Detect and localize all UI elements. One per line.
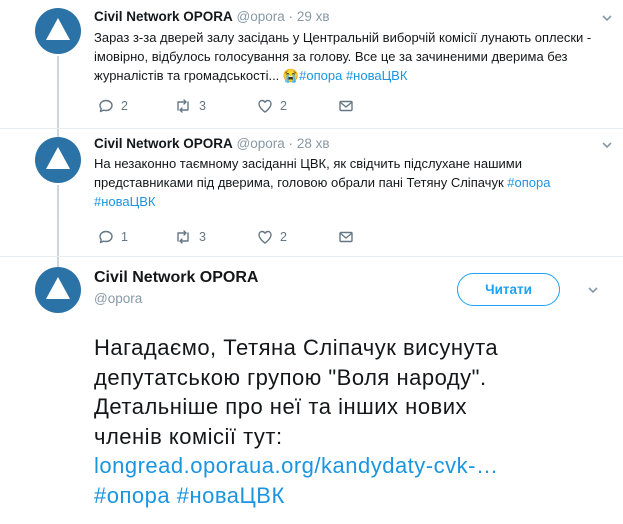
reply-button[interactable]: 1: [98, 229, 128, 245]
tweet-text-content: Зараз з-за дверей залу засідань у Центра…: [94, 30, 592, 83]
follow-button[interactable]: Читати: [457, 273, 560, 306]
envelope-icon: [339, 231, 353, 243]
author-name[interactable]: Civil Network OPORA: [94, 269, 258, 287]
chevron-down-icon[interactable]: [601, 139, 613, 151]
hashtag-novacvk[interactable]: #новаЦВК: [177, 483, 285, 508]
timestamp[interactable]: 29 хв: [297, 9, 330, 24]
tweet-text-line: Нагадаємо, Тетяна Сліпачук висунута: [94, 335, 499, 360]
avatar[interactable]: [35, 8, 81, 54]
tweet-text: Нагадаємо, Тетяна Сліпачук висунута депу…: [94, 333, 614, 510]
chevron-down-icon[interactable]: [601, 12, 613, 24]
avatar[interactable]: [35, 267, 81, 313]
reply-count: 1: [121, 230, 128, 244]
reply-button[interactable]: 2: [98, 98, 128, 114]
hashtag-novacvk[interactable]: #новаЦВК: [346, 68, 408, 83]
message-button[interactable]: [338, 98, 354, 114]
tweet-text: Зараз з-за дверей залу засідань у Центра…: [94, 28, 604, 85]
hashtag-opora[interactable]: #опора: [299, 68, 342, 83]
tweet-text: На незаконно таємному засіданні ЦВК, як …: [94, 154, 604, 211]
hashtag-novacvk[interactable]: #новаЦВК: [94, 194, 156, 209]
thread-line: [57, 257, 59, 267]
separator: ·: [288, 9, 294, 24]
main-tweet: Civil Network OPORA @opora Читати Нагада…: [0, 256, 623, 524]
reply-count: 2: [121, 99, 128, 113]
opora-logo-icon: [46, 18, 70, 40]
thread-line: [57, 129, 59, 137]
emoji: 😭: [282, 68, 300, 83]
like-count: 2: [280, 99, 287, 113]
separator: ·: [288, 136, 294, 151]
tweet-2[interactable]: Civil Network OPORA @opora · 28 хв На не…: [0, 128, 623, 257]
author-handle[interactable]: @opora: [94, 291, 142, 306]
timestamp[interactable]: 28 хв: [297, 136, 330, 151]
envelope-icon: [339, 100, 353, 112]
author-name[interactable]: Civil Network OPORA: [94, 9, 233, 24]
like-button[interactable]: 2: [257, 229, 287, 245]
opora-logo-icon: [46, 277, 70, 299]
author-name[interactable]: Civil Network OPORA: [94, 136, 233, 151]
like-count: 2: [280, 230, 287, 244]
reply-icon: [99, 230, 113, 244]
like-button[interactable]: 2: [257, 98, 287, 114]
retweet-button[interactable]: 3: [174, 229, 206, 245]
heart-icon: [258, 99, 272, 113]
author-handle[interactable]: @opora: [237, 136, 285, 151]
hashtag-opora[interactable]: #опора: [94, 483, 170, 508]
avatar[interactable]: [35, 137, 81, 183]
chevron-down-icon[interactable]: [587, 284, 599, 296]
tweet-link[interactable]: longread.oporaua.org/kandydaty-cvk-…: [94, 451, 614, 481]
opora-logo-icon: [46, 147, 70, 169]
retweet-icon: [177, 99, 189, 113]
tweet-1[interactable]: Civil Network OPORA @opora · 29 хв Зараз…: [0, 0, 623, 128]
tweet-text-line: членів комісії тут:: [94, 423, 283, 449]
retweet-button[interactable]: 3: [174, 98, 206, 114]
reply-icon: [99, 99, 113, 113]
message-button[interactable]: [338, 229, 354, 245]
tweet-header: Civil Network OPORA @opora · 29 хв: [94, 9, 330, 24]
tweet-text-line: Детальніше про неї та інших нових: [94, 394, 468, 419]
author-handle[interactable]: @opora: [237, 9, 285, 24]
tweet-header: Civil Network OPORA @opora · 28 хв: [94, 136, 330, 151]
thread-line: [57, 185, 59, 257]
tweet-text-line: депутатською групою "Воля народу".: [94, 364, 487, 390]
thread-line: [57, 56, 59, 128]
tweet-text-content: На незаконно таємному засіданні ЦВК, як …: [94, 156, 522, 190]
retweet-icon: [177, 230, 189, 244]
retweet-count: 3: [199, 99, 206, 113]
heart-icon: [258, 230, 272, 244]
hashtag-opora[interactable]: #опора: [507, 175, 550, 190]
retweet-count: 3: [199, 230, 206, 244]
